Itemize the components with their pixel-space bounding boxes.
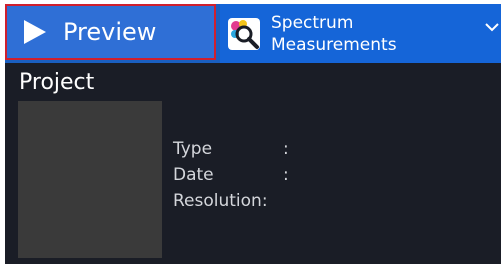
chevron-down-icon (484, 23, 499, 32)
spectrum-measurements-label: Spectrum Measurements (271, 12, 397, 55)
project-thumbnail (18, 101, 162, 258)
meta-sep-resolution: : (261, 191, 268, 211)
meta-key-type: Type (173, 139, 213, 159)
meta-sep-type: : (283, 139, 289, 159)
meta-sep-date: : (283, 165, 289, 185)
preview-button[interactable]: Preview (5, 4, 216, 60)
meta-row-resolution: Resolution : (173, 188, 289, 214)
magnifier-color-icon (228, 17, 260, 50)
meta-row-date: Date : (173, 162, 289, 188)
toolbar: Preview Spectrum Measurements (5, 4, 501, 63)
spectrum-measurements-button[interactable]: Spectrum Measurements (220, 4, 482, 63)
project-metadata: Type : Date : Resolution : (173, 136, 289, 214)
app-window: Preview Spectrum Measurements Project Ty… (5, 4, 501, 264)
dropdown-toggle[interactable] (482, 4, 501, 63)
preview-label: Preview (63, 18, 157, 46)
play-icon (24, 20, 46, 44)
project-heading: Project (19, 70, 95, 95)
meta-key-resolution: Resolution (173, 191, 262, 211)
meta-row-type: Type : (173, 136, 289, 162)
meta-key-date: Date (173, 165, 214, 185)
